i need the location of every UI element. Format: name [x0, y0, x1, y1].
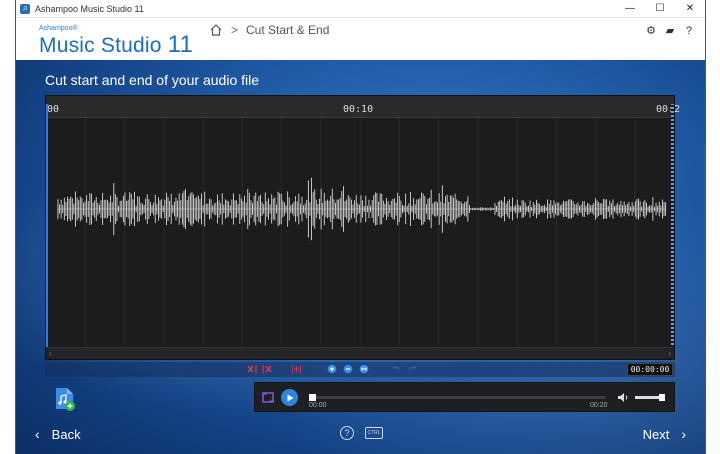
edit-toolbar: 00:00:00 — [45, 362, 675, 377]
zoom-in-icon[interactable] — [327, 364, 338, 375]
cut-start-icon[interactable] — [247, 364, 258, 375]
time-display[interactable]: 00:00:00 — [627, 363, 673, 376]
volume-slider[interactable] — [635, 394, 665, 401]
minimize-button[interactable]: — — [615, 0, 645, 18]
brand-version: 11 — [167, 31, 193, 58]
cut-start-marker[interactable] — [46, 104, 48, 349]
brand-logo: Music Studio 11 — [39, 31, 193, 59]
ctrl-key-icon[interactable]: CTRL — [365, 427, 383, 439]
volume-handle[interactable] — [659, 394, 665, 401]
breadcrumb-separator: > — [231, 23, 239, 37]
window-title: Ashampoo Music Studio 11 — [35, 3, 144, 14]
chevron-right-icon: › — [681, 426, 686, 442]
close-button[interactable]: ✕ — [675, 0, 705, 18]
header-icons: ⚙ ▰ ? — [645, 24, 695, 38]
settings-gear-icon[interactable]: ⚙ — [645, 24, 657, 37]
main-area: Cut start and end of your audio file 00 … — [16, 60, 705, 454]
scroll-right-icon[interactable]: › — [668, 349, 671, 358]
horizontal-scrollbar[interactable]: ‹ › — [46, 347, 674, 359]
maximize-button[interactable]: ☐ — [645, 0, 675, 18]
play-icon — [287, 394, 293, 401]
back-button[interactable]: ‹ Back — [35, 426, 81, 442]
brand-name: Music Studio — [39, 34, 162, 57]
help-circle-icon[interactable]: ? — [340, 426, 354, 440]
breadcrumb-current: Cut Start & End — [246, 23, 330, 37]
timeline-tick-mid: 00:10 — [343, 104, 374, 115]
audio-player: 00:00 00:20 — [254, 382, 675, 412]
redo-icon[interactable] — [407, 364, 418, 375]
timeline-tick-end: 00:2 — [656, 104, 681, 115]
waveform-display[interactable] — [46, 118, 674, 347]
next-label: Next — [642, 426, 670, 442]
next-button[interactable]: Next › — [643, 426, 686, 442]
cut-end-marker[interactable] — [671, 104, 674, 349]
app-icon: ♫ — [20, 3, 30, 14]
help-icon[interactable]: ? — [683, 25, 695, 37]
add-file-icon[interactable] — [54, 387, 76, 411]
undo-icon[interactable] — [391, 364, 402, 375]
playback-start-time: 00:00 — [309, 402, 327, 409]
window-controls: — ☐ ✕ — [615, 0, 705, 18]
app-window: ♫ Ashampoo Music Studio 11 — ☐ ✕ Ashampo… — [15, 0, 706, 454]
back-label: Back — [51, 426, 81, 442]
cut-end-icon[interactable] — [261, 364, 272, 375]
app-header: Ashampoo® Music Studio 11 > Cut Start & … — [16, 18, 705, 60]
waveform-graphic — [57, 118, 667, 347]
timeline-tick-start: 00 — [47, 104, 60, 115]
breadcrumb: > Cut Start & End — [209, 23, 329, 37]
volume-icon[interactable] — [617, 392, 629, 403]
waveform-panel[interactable]: 00 00:10 00:2 ‹ › — [45, 95, 680, 360]
loop-icon[interactable] — [261, 391, 275, 404]
timeline-ruler[interactable]: 00 00:10 00:2 — [46, 96, 680, 118]
chevron-left-icon: ‹ — [35, 426, 40, 442]
notes-icon[interactable]: ▰ — [664, 24, 676, 37]
zoom-out-icon[interactable] — [343, 364, 354, 375]
zoom-fit-icon[interactable] — [359, 364, 370, 375]
playback-end-time: 00:20 — [590, 402, 608, 409]
playback-progress[interactable] — [309, 394, 606, 401]
title-bar: ♫ Ashampoo Music Studio 11 — ☐ ✕ — [16, 0, 705, 18]
page-heading: Cut start and end of your audio file — [45, 72, 260, 88]
progress-handle[interactable] — [309, 394, 316, 401]
scroll-left-icon[interactable]: ‹ — [49, 349, 52, 358]
split-icon[interactable] — [291, 364, 302, 375]
home-icon[interactable] — [209, 23, 223, 37]
play-button[interactable] — [281, 389, 298, 406]
